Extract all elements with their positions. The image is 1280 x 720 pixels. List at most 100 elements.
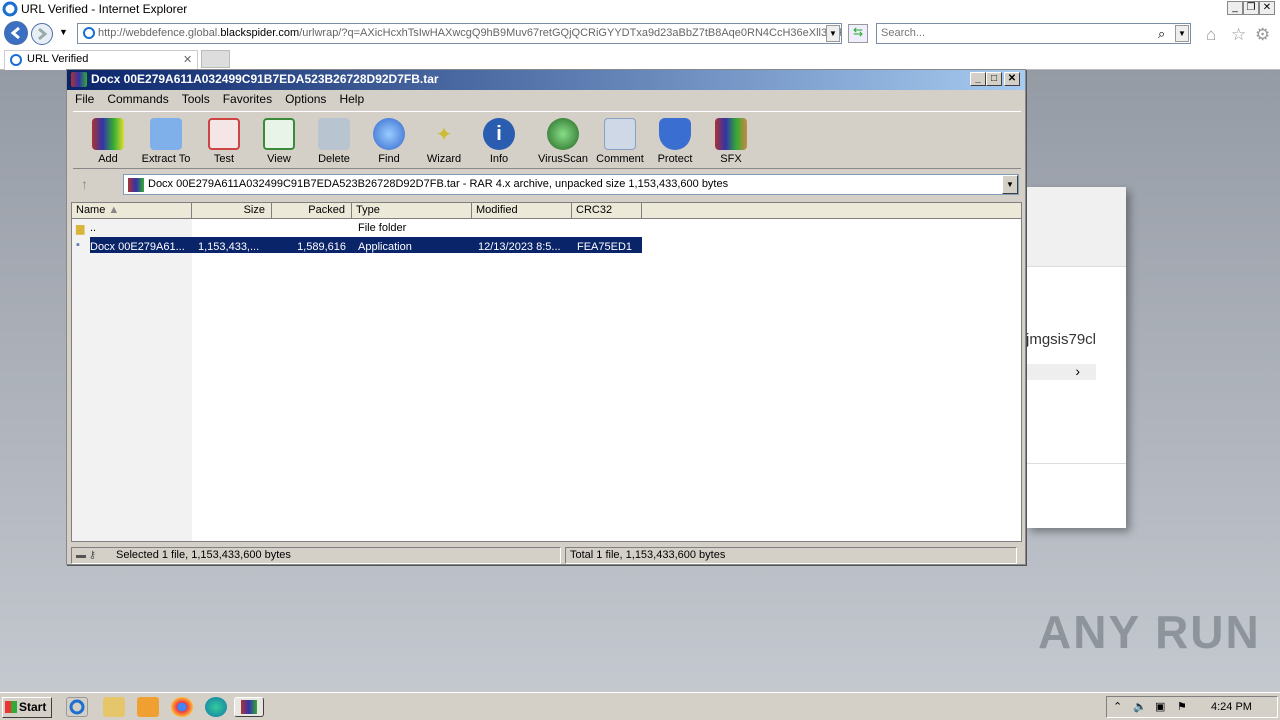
back-button[interactable]: [4, 21, 28, 45]
tray-expand-icon[interactable]: ⌃: [1113, 700, 1122, 713]
row-size: [192, 220, 272, 236]
winrar-window: Docx 00E279A611A032499C91B7EDA523B26728D…: [66, 69, 1026, 565]
table-row[interactable]: ▆ .. File folder: [72, 220, 642, 236]
info-button[interactable]: i Info: [470, 118, 528, 168]
sfx-label: SFX: [720, 153, 742, 165]
row-packed: [272, 220, 352, 236]
winrar-close-button[interactable]: ✕: [1004, 72, 1020, 86]
gear-icon[interactable]: ⚙: [1255, 25, 1270, 45]
edge-taskbar-icon[interactable]: [205, 697, 227, 717]
start-button[interactable]: Start: [2, 697, 52, 718]
sfx-button[interactable]: SFX: [702, 118, 760, 168]
path-dropdown[interactable]: ▼: [1002, 175, 1018, 194]
clipboard-check-icon: [208, 118, 240, 150]
tab-close-icon[interactable]: ✕: [183, 53, 192, 66]
find-button[interactable]: Find: [360, 118, 418, 168]
dialog-text: jmgsis79cl: [1026, 331, 1097, 348]
status-left-text: Selected 1 file, 1,153,433,600 bytes: [116, 549, 291, 561]
windows-logo-icon: [5, 701, 17, 713]
box-icon: [715, 118, 747, 150]
search-icon[interactable]: ⌕: [1158, 26, 1165, 42]
menu-help[interactable]: Help: [339, 92, 364, 106]
search-dropdown[interactable]: ▼: [1175, 25, 1189, 42]
winrar-maximize-button[interactable]: □: [986, 72, 1002, 86]
protect-button[interactable]: Protect: [646, 118, 704, 168]
home-icon[interactable]: ⌂: [1206, 25, 1216, 45]
table-row-selected[interactable]: ▪ Docx 00E279A61... 1,153,433,... 1,589,…: [72, 237, 642, 253]
delete-button[interactable]: Delete: [305, 118, 363, 168]
network-icon[interactable]: ▣: [1155, 700, 1165, 713]
chrome-taskbar-icon[interactable]: [171, 697, 193, 717]
path-field[interactable]: Docx 00E279A611A032499C91B7EDA523B26728D…: [123, 174, 1019, 195]
new-tab-button[interactable]: [201, 50, 230, 68]
col-size[interactable]: Size: [192, 203, 272, 219]
menu-options[interactable]: Options: [285, 92, 326, 106]
recent-pages-dropdown[interactable]: ▼: [59, 27, 68, 37]
test-label: Test: [213, 153, 235, 165]
volume-icon[interactable]: 🔈: [1133, 700, 1147, 713]
winrar-menu-bar: File Commands Tools Favorites Options He…: [67, 90, 1025, 108]
up-arrow-icon[interactable]: ↑: [81, 176, 88, 192]
col-packed[interactable]: Packed: [272, 203, 352, 219]
anyrun-watermark: ANY RUN: [1038, 606, 1261, 658]
winrar-taskbar-button[interactable]: [234, 697, 264, 717]
wizard-button[interactable]: ✦ Wizard: [415, 118, 473, 168]
find-label: Find: [378, 153, 400, 165]
menu-commands[interactable]: Commands: [107, 92, 168, 106]
dialog-divider: [1026, 463, 1126, 464]
search-input[interactable]: Search...: [876, 23, 1191, 44]
test-button[interactable]: Test: [195, 118, 253, 168]
address-dropdown[interactable]: ▼: [826, 25, 840, 42]
winrar-taskbar-icon: [241, 700, 257, 714]
winrar-minimize-button[interactable]: _: [970, 72, 986, 86]
minimize-button[interactable]: _: [1227, 1, 1243, 15]
tab-url-verified[interactable]: URL Verified ✕: [4, 50, 198, 70]
trash-icon: [318, 118, 350, 150]
extract-to-button[interactable]: Extract To: [137, 118, 195, 168]
favorites-star-icon[interactable]: ☆: [1231, 25, 1246, 45]
ie-taskbar-icon[interactable]: [66, 697, 88, 717]
col-filler: [642, 203, 1021, 219]
col-modified[interactable]: Modified: [472, 203, 572, 219]
status-total: Total 1 file, 1,153,433,600 bytes: [565, 547, 1017, 564]
drive-key-icon[interactable]: ▬ ⚷: [76, 550, 96, 561]
background-dialog: jmgsis79cl ›: [1026, 187, 1126, 528]
winrar-title-bar: Docx 00E279A611A032499C91B7EDA523B26728D…: [67, 70, 1025, 90]
bug-icon: [547, 118, 579, 150]
row-type: File folder: [358, 222, 407, 234]
restore-button[interactable]: ❐: [1243, 1, 1259, 15]
address-bar[interactable]: http://webdefence.global.blackspider.com…: [77, 23, 842, 44]
view-button[interactable]: View: [250, 118, 308, 168]
col-crc32[interactable]: CRC32: [572, 203, 642, 219]
dialog-chevron-right-icon[interactable]: ›: [1026, 364, 1096, 380]
status-bar: ▬ ⚷ Selected 1 file, 1,153,433,600 bytes…: [67, 545, 1025, 565]
menu-tools[interactable]: Tools: [182, 92, 210, 106]
col-type[interactable]: Type: [352, 203, 472, 219]
menu-favorites[interactable]: Favorites: [223, 92, 272, 106]
clock[interactable]: 4:24 PM: [1211, 701, 1252, 713]
explorer-taskbar-icon[interactable]: [103, 697, 125, 717]
virusscan-button[interactable]: VirusScan: [534, 118, 592, 168]
shield-icon: [659, 118, 691, 150]
ie-title-bar: URL Verified - Internet Explorer _ ❐ ✕: [0, 0, 1280, 18]
path-text: Docx 00E279A611A032499C91B7EDA523B26728D…: [148, 178, 729, 190]
taskbar: Start ⌃ 🔈 ▣ ⚑ 4:24 PM: [0, 692, 1280, 720]
close-button[interactable]: ✕: [1259, 1, 1275, 15]
media-player-taskbar-icon[interactable]: [137, 697, 159, 717]
comment-button[interactable]: Comment: [591, 118, 649, 168]
flag-icon[interactable]: ⚑: [1177, 700, 1187, 713]
magnifier-icon: [373, 118, 405, 150]
comment-icon: [604, 118, 636, 150]
column-headers: Name ▲ Size Packed Type Modified CRC32: [72, 203, 1021, 219]
comment-label: Comment: [596, 153, 644, 165]
tab-ie-icon: [9, 53, 23, 70]
refresh-icon[interactable]: ⇆: [848, 24, 868, 43]
menu-file[interactable]: File: [75, 92, 94, 106]
delete-label: Delete: [318, 153, 350, 165]
add-button[interactable]: Add: [79, 118, 137, 168]
col-name[interactable]: Name ▲: [72, 203, 192, 219]
forward-button[interactable]: [31, 23, 53, 45]
ie-logo-icon: [2, 1, 18, 17]
wizard-label: Wizard: [426, 153, 462, 165]
start-label: Start: [19, 700, 47, 714]
